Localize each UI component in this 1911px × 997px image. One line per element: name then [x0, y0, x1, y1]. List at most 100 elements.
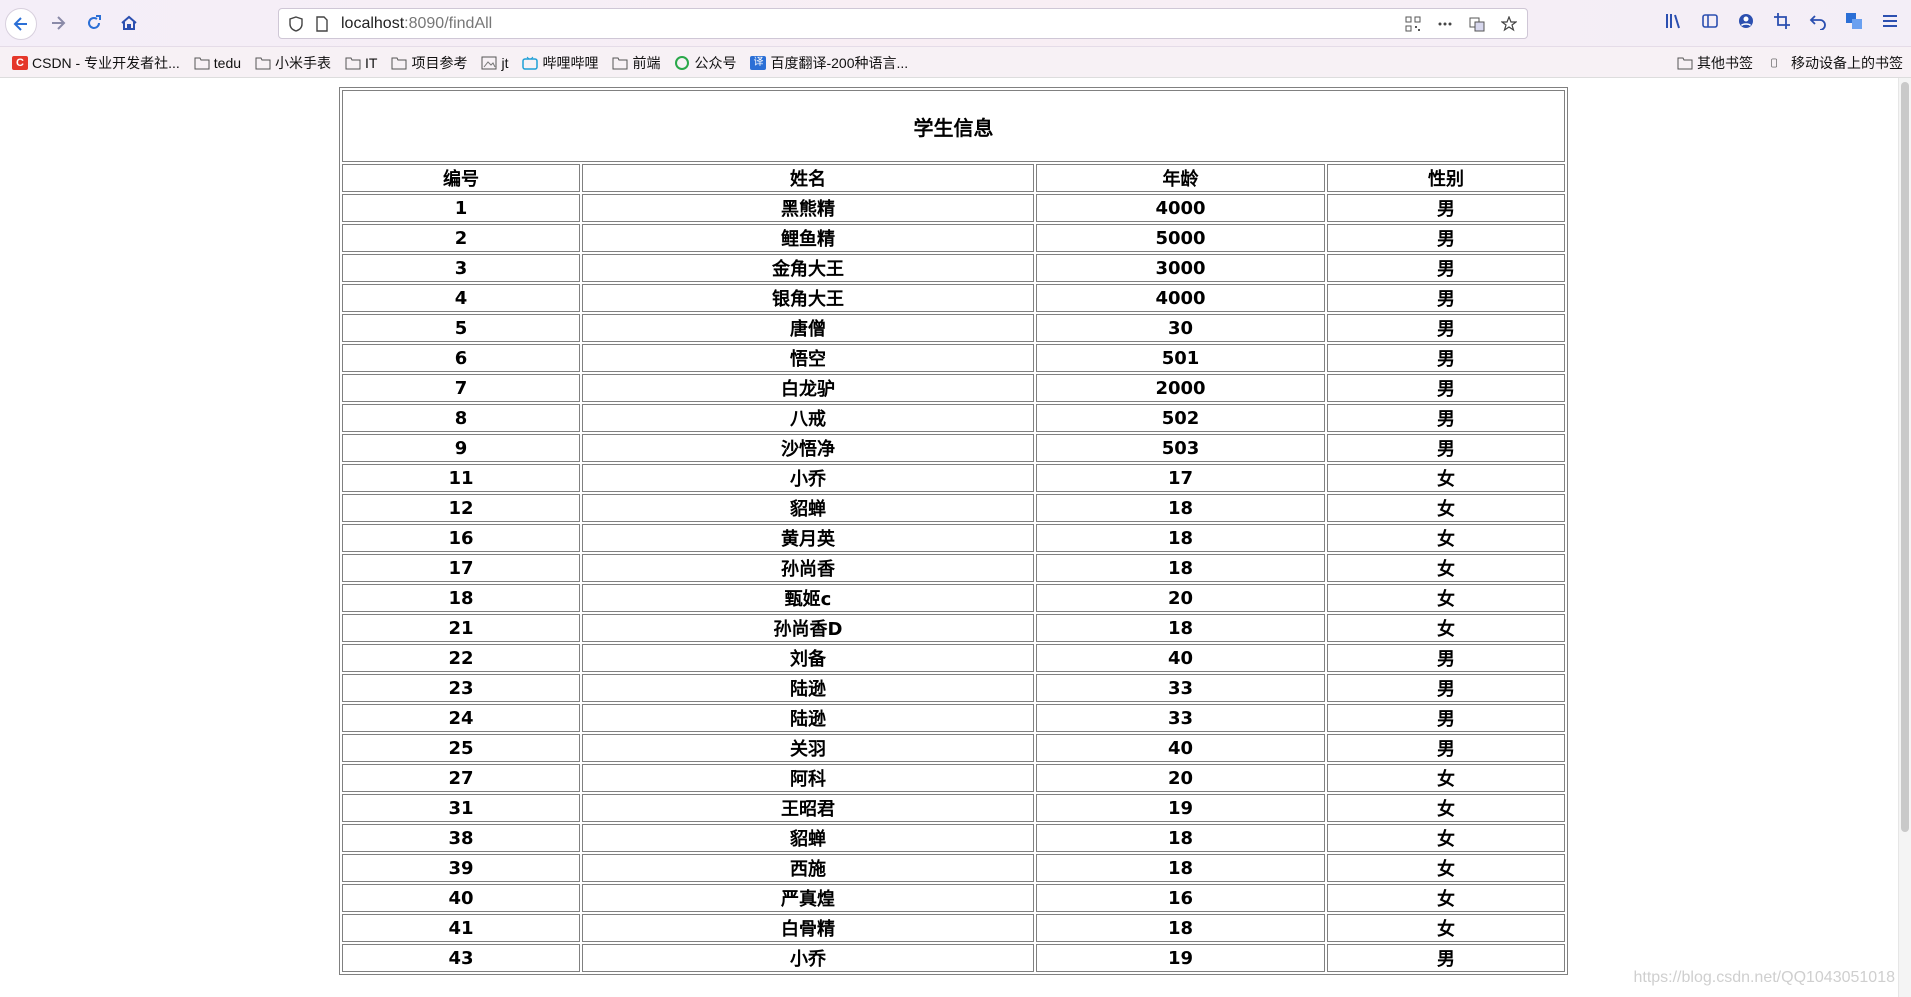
- folder-icon: [391, 56, 407, 70]
- header-name: 姓名: [582, 164, 1034, 192]
- library-icon[interactable]: [1663, 10, 1685, 32]
- bookmark-bilibili[interactable]: 哔哩哔哩: [522, 53, 598, 73]
- cell-sex: 女: [1327, 854, 1565, 882]
- cell-name: 沙悟净: [582, 434, 1034, 462]
- student-table: 学生信息 编号 姓名 年龄 性别 1 黑熊精 4000 男 2 鲤鱼精 5000 男 3 金角大王…: [339, 87, 1568, 975]
- cell-id: 12: [342, 494, 580, 522]
- table-title: 学生信息: [342, 90, 1565, 162]
- home-button[interactable]: [113, 7, 145, 39]
- bookmark-mobile[interactable]: 移动设备上的书签: [1771, 53, 1903, 73]
- table-row: 25 关羽 40 男: [342, 734, 1565, 762]
- table-row: 38 貂蝉 18 女: [342, 824, 1565, 852]
- cell-name: 甄姬c: [582, 584, 1034, 612]
- table-row: 5 唐僧 30 男: [342, 314, 1565, 342]
- table-row: 6 悟空 501 男: [342, 344, 1565, 372]
- bookmark-xiaomi-watch[interactable]: 小米手表: [255, 53, 331, 73]
- cell-id: 11: [342, 464, 580, 492]
- qr-code-icon[interactable]: [1403, 14, 1423, 34]
- cell-sex: 男: [1327, 284, 1565, 312]
- cell-sex: 男: [1327, 254, 1565, 282]
- bookmark-tedu[interactable]: tedu: [194, 53, 241, 73]
- cell-age: 4000: [1036, 194, 1325, 222]
- cell-name: 陆逊: [582, 674, 1034, 702]
- cell-id: 27: [342, 764, 580, 792]
- cell-name: 悟空: [582, 344, 1034, 372]
- table-header-row: 编号 姓名 年龄 性别: [342, 164, 1565, 192]
- sidebar-icon[interactable]: [1699, 10, 1721, 32]
- cell-sex: 女: [1327, 914, 1565, 942]
- vertical-scrollbar[interactable]: [1898, 78, 1911, 997]
- cell-age: 503: [1036, 434, 1325, 462]
- cell-id: 16: [342, 524, 580, 552]
- student-table-wrapper: 学生信息 编号 姓名 年龄 性别 1 黑熊精 4000 男 2 鲤鱼精 5000 男 3 金角大王…: [339, 87, 1568, 975]
- cell-id: 24: [342, 704, 580, 732]
- bilibili-icon: [522, 56, 539, 70]
- bookmark-it[interactable]: IT: [345, 53, 377, 73]
- shield-icon[interactable]: [287, 15, 305, 33]
- cell-name: 黑熊精: [582, 194, 1034, 222]
- csdn-icon: C: [12, 56, 28, 70]
- forward-button[interactable]: [42, 7, 74, 39]
- cell-id: 31: [342, 794, 580, 822]
- cell-id: 17: [342, 554, 580, 582]
- cell-sex: 女: [1327, 464, 1565, 492]
- bookmark-label: 其他书签: [1697, 55, 1753, 71]
- translate-page-icon[interactable]: [1467, 14, 1487, 34]
- bookmark-official-account[interactable]: 公众号: [674, 53, 736, 73]
- star-icon[interactable]: [1499, 14, 1519, 34]
- cell-id: 5: [342, 314, 580, 342]
- bookmark-frontend[interactable]: 前端: [612, 53, 660, 73]
- bookmark-label: 百度翻译-200种语言...: [770, 55, 909, 71]
- table-row: 11 小乔 17 女: [342, 464, 1565, 492]
- cell-age: 20: [1036, 764, 1325, 792]
- bookmark-label: 小米手表: [275, 55, 332, 71]
- table-row: 16 黄月英 18 女: [342, 524, 1565, 552]
- table-row: 8 八戒 502 男: [342, 404, 1565, 432]
- table-row: 7 白龙驴 2000 男: [342, 374, 1565, 402]
- more-icon[interactable]: [1435, 14, 1455, 34]
- page-icon: [313, 15, 331, 33]
- cell-age: 18: [1036, 554, 1325, 582]
- cell-id: 40: [342, 884, 580, 912]
- bookmark-project-ref[interactable]: 项目参考: [391, 53, 467, 73]
- bookmark-csdn[interactable]: C CSDN - 专业开发者社...: [12, 53, 180, 73]
- cell-name: 阿科: [582, 764, 1034, 792]
- header-id: 编号: [342, 164, 580, 192]
- undo-icon[interactable]: [1807, 10, 1829, 32]
- header-sex: 性别: [1327, 164, 1565, 192]
- cell-sex: 女: [1327, 824, 1565, 852]
- table-row: 24 陆逊 33 男: [342, 704, 1565, 732]
- back-button[interactable]: [5, 8, 37, 40]
- cell-age: 33: [1036, 674, 1325, 702]
- address-bar[interactable]: localhost:8090/findAll: [278, 8, 1528, 39]
- cell-sex: 男: [1327, 404, 1565, 432]
- table-row: 9 沙悟净 503 男: [342, 434, 1565, 462]
- cell-id: 1: [342, 194, 580, 222]
- bookmark-jt[interactable]: jt: [481, 53, 508, 73]
- cell-name: 银角大王: [582, 284, 1034, 312]
- bookmark-label: tedu: [213, 55, 242, 71]
- cell-sex: 男: [1327, 674, 1565, 702]
- cell-age: 18: [1036, 614, 1325, 642]
- cell-id: 9: [342, 434, 580, 462]
- bookmark-label: 公众号: [694, 55, 737, 71]
- cell-age: 18: [1036, 824, 1325, 852]
- cell-age: 19: [1036, 944, 1325, 972]
- account-icon[interactable]: [1735, 10, 1757, 32]
- bookmark-label: 移动设备上的书签: [1791, 55, 1903, 71]
- reload-button[interactable]: [78, 7, 110, 39]
- student-table-body: 学生信息 编号 姓名 年龄 性别 1 黑熊精 4000 男 2 鲤鱼精 5000 男 3 金角大王…: [342, 90, 1565, 972]
- screenshot-icon[interactable]: [1771, 10, 1793, 32]
- cell-age: 17: [1036, 464, 1325, 492]
- table-row: 27 阿科 20 女: [342, 764, 1565, 792]
- page-content: 学生信息 编号 姓名 年龄 性别 1 黑熊精 4000 男 2 鲤鱼精 5000 男 3 金角大王…: [0, 78, 1911, 997]
- cell-sex: 女: [1327, 524, 1565, 552]
- menu-icon[interactable]: [1879, 10, 1901, 32]
- translate-icon[interactable]: [1843, 10, 1865, 32]
- bookmark-baidu-translate[interactable]: 译 百度翻译-200种语言...: [750, 53, 908, 73]
- table-row: 39 西施 18 女: [342, 854, 1565, 882]
- cell-age: 40: [1036, 734, 1325, 762]
- wechat-icon: [674, 56, 690, 70]
- scrollbar-thumb[interactable]: [1901, 82, 1909, 832]
- bookmark-other[interactable]: 其他书签: [1677, 53, 1753, 73]
